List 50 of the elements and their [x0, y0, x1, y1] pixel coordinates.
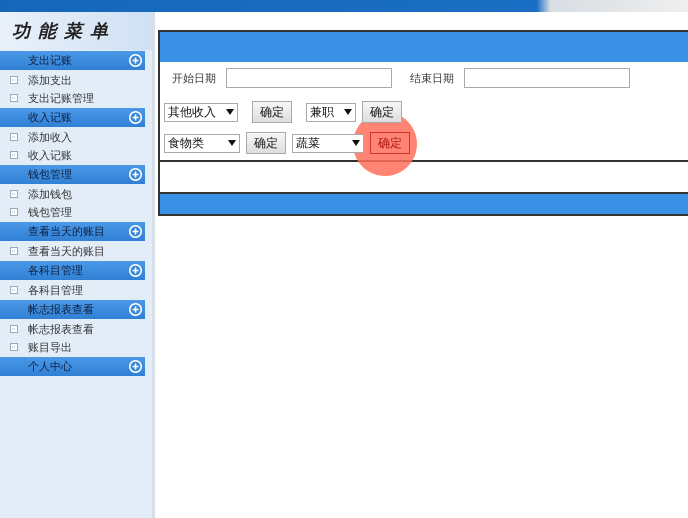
menu-section-header[interactable]: 支出记账 — [0, 51, 145, 70]
menu-section-header[interactable]: 查看当天的账目 — [0, 222, 145, 241]
bullet-icon — [10, 190, 18, 198]
end-date-label: 结束日期 — [410, 70, 454, 86]
confirm-button[interactable]: 确定 — [252, 101, 292, 123]
menu-item[interactable]: 支出记账管理 — [28, 90, 94, 106]
plus-icon — [129, 360, 142, 373]
dropdown-arrow-icon — [352, 140, 360, 146]
menu-section-header[interactable]: 帐志报表查看 — [0, 300, 145, 319]
bullet-icon — [10, 151, 18, 159]
confirm-button[interactable]: 确定 — [362, 101, 402, 123]
menu-title: 功能菜单 — [0, 12, 152, 50]
menu-item[interactable]: 各科目管理 — [28, 282, 83, 298]
dropdown-arrow-icon — [226, 109, 234, 115]
category-dropdown[interactable]: 食物类 — [164, 134, 240, 152]
end-date-field[interactable] — [464, 68, 630, 88]
menu-section-header[interactable]: 钱包管理 — [0, 165, 145, 184]
menu-item[interactable]: 账目导出 — [28, 340, 72, 354]
menu-item[interactable]: 查看当天的账目 — [28, 244, 105, 258]
menu-item[interactable]: 收入记账 — [28, 148, 72, 162]
menu-item[interactable]: 添加收入 — [28, 130, 72, 144]
bullet-icon — [10, 133, 18, 141]
menu-item[interactable]: 添加钱包 — [28, 186, 72, 202]
start-date-field[interactable] — [226, 68, 392, 88]
dropdown-arrow-icon — [228, 140, 236, 146]
menu-section-header[interactable]: 收入记账 — [0, 108, 145, 127]
plus-icon — [129, 225, 142, 238]
plus-icon — [129, 264, 142, 277]
start-date-label: 开始日期 — [172, 70, 216, 86]
plus-icon — [129, 303, 142, 316]
bullet-icon — [10, 208, 18, 216]
bullet-icon — [10, 325, 18, 333]
menu-item[interactable]: 添加支出 — [28, 72, 72, 88]
confirm-button[interactable]: 确定 — [246, 132, 286, 154]
category-dropdown[interactable]: 蔬菜 — [292, 134, 364, 152]
category-dropdown[interactable]: 其他收入 — [164, 102, 238, 122]
menu-item[interactable]: 帐志报表查看 — [28, 322, 94, 336]
menu-section-header[interactable]: 个人中心 — [0, 357, 145, 376]
menu-item[interactable]: 钱包管理 — [28, 204, 72, 220]
category-dropdown[interactable]: 兼职 — [306, 102, 356, 122]
bullet-icon — [10, 343, 18, 351]
bullet-icon — [10, 286, 18, 294]
plus-icon — [129, 54, 142, 67]
bullet-icon — [10, 94, 18, 102]
menu-section-header[interactable]: 各科目管理 — [0, 261, 145, 280]
dropdown-arrow-icon — [344, 109, 352, 115]
plus-icon — [129, 168, 142, 181]
bullet-icon — [10, 247, 18, 255]
plus-icon — [129, 111, 142, 124]
bullet-icon — [10, 76, 18, 84]
